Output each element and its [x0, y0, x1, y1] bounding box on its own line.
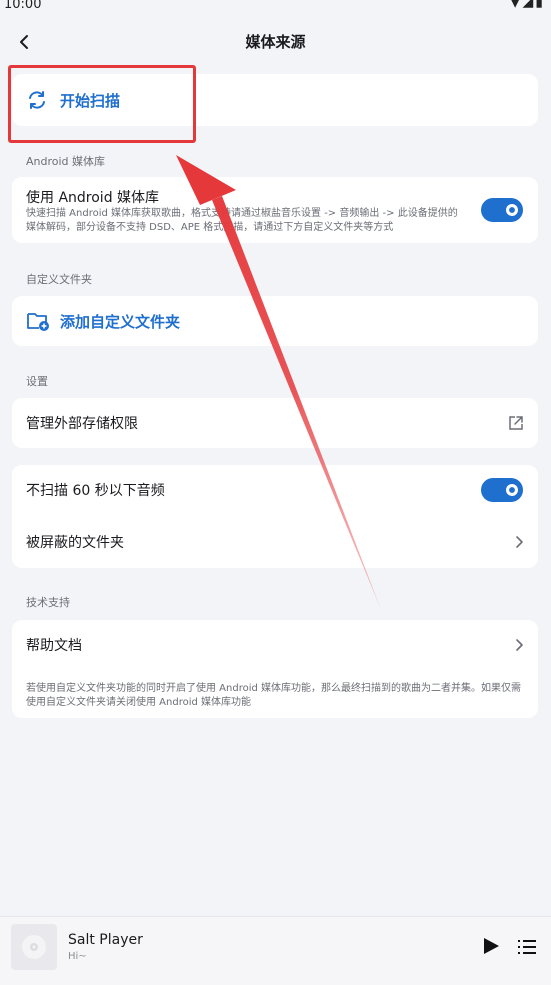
help-docs-item[interactable]: 帮助文档: [12, 620, 538, 670]
skip-short-audio-toggle[interactable]: [481, 478, 523, 502]
add-custom-folder-label: 添加自定义文件夹: [60, 312, 181, 331]
help-card: 帮助文档 若使用自定义文件夹功能的同时开启了使用 Android 媒体库功能，那…: [12, 620, 538, 718]
blocked-folders-label: 被屏蔽的文件夹: [26, 535, 124, 551]
disc-icon: [22, 935, 46, 959]
play-icon[interactable]: [480, 935, 502, 957]
android-library-card[interactable]: 使用 Android 媒体库 快速扫描 Android 媒体库获取歌曲，格式支持…: [12, 177, 538, 243]
scan-settings-card: 不扫描 60 秒以下音频 被屏蔽的文件夹: [12, 465, 538, 568]
blocked-folders-item[interactable]: 被屏蔽的文件夹: [12, 517, 538, 567]
skip-short-audio-label: 不扫描 60 秒以下音频: [26, 483, 165, 499]
status-time: 10:00: [4, 0, 42, 12]
open-external-icon-wrap: [508, 415, 524, 431]
chevron-wrap: [514, 535, 524, 549]
player-track-subtitle: Hi~: [68, 951, 87, 962]
player-track-title: Salt Player: [68, 932, 143, 948]
storage-permission-card: 管理外部存储权限: [12, 398, 538, 448]
media-sources-screen: 10:00 ▼ ◢ ▮ 媒体来源 开始扫描 Android 媒体库 使用 And…: [0, 0, 551, 985]
add-custom-folder-button[interactable]: 添加自定义文件夹: [12, 296, 538, 346]
android-library-title: 使用 Android 媒体库: [26, 190, 160, 206]
start-scan-button[interactable]: 开始扫描: [12, 74, 538, 126]
help-note: 若使用自定义文件夹功能的同时开启了使用 Android 媒体库功能，那么最终扫描…: [26, 683, 522, 708]
android-library-toggle[interactable]: [481, 198, 523, 222]
toggle-knob: [506, 484, 518, 496]
manage-storage-permission-item[interactable]: 管理外部存储权限: [12, 398, 538, 448]
custom-folder-section-label: 自定义文件夹: [26, 273, 92, 286]
playlist-icon[interactable]: [517, 937, 537, 957]
top-app-bar: 媒体来源: [0, 24, 551, 60]
status-icons: ▼ ◢ ▮: [510, 0, 543, 10]
settings-section-label: 设置: [26, 375, 48, 388]
scan-card: 开始扫描: [12, 74, 538, 126]
folder-add-icon: [27, 313, 49, 331]
custom-folder-card: 添加自定义文件夹: [12, 296, 538, 346]
chevron-wrap: [514, 638, 524, 652]
signal-icon: ◢: [522, 0, 534, 10]
chevron-right-icon: [516, 536, 523, 548]
android-library-description: 快速扫描 Android 媒体库获取歌曲，格式支持请通过椒盐音乐设置 -> 音频…: [26, 208, 458, 233]
android-section-label: Android 媒体库: [26, 155, 106, 168]
status-bar: 10:00 ▼ ◢ ▮: [0, 0, 551, 14]
manage-storage-permission-label: 管理外部存储权限: [26, 416, 138, 432]
open-external-icon: [509, 416, 523, 430]
toggle-knob: [506, 204, 518, 216]
album-art[interactable]: [11, 924, 57, 970]
refresh-icon: [29, 91, 45, 109]
wifi-icon: ▼: [509, 0, 521, 10]
battery-icon: ▮: [535, 0, 543, 10]
page-title: 媒体来源: [245, 33, 306, 51]
chevron-right-icon: [516, 639, 523, 651]
support-section-label: 技术支持: [26, 596, 70, 609]
mini-player[interactable]: Salt Player Hi~: [0, 916, 551, 985]
skip-short-audio-item[interactable]: 不扫描 60 秒以下音频: [12, 465, 538, 515]
start-scan-label: 开始扫描: [60, 91, 121, 110]
help-docs-label: 帮助文档: [26, 638, 82, 654]
